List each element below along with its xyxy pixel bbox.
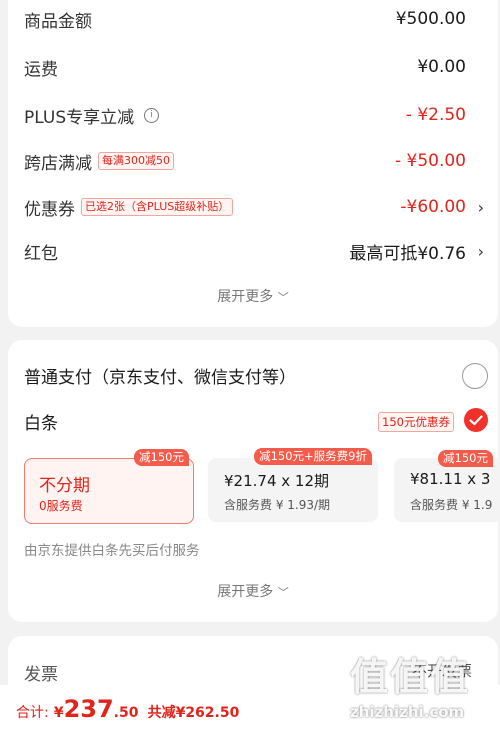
installment-option-12[interactable]: 减150元+服务费9折 ¥21.74 x 12期 含服务费 ¥ 1.93/期 bbox=[208, 448, 378, 522]
red-packet-value: 最高可抵¥0.76 bbox=[349, 243, 466, 264]
installment-title: 不分期 bbox=[39, 476, 90, 496]
summary-row-redpacket[interactable]: 红包 最高可抵¥0.76 › bbox=[24, 236, 484, 266]
normal-payment-option[interactable]: 普通支付（京东支付、微信支付等） bbox=[24, 360, 484, 390]
installment-fee: 含服务费 ¥ 1.93/期 bbox=[224, 498, 331, 512]
provider-note: 由京东提供白条先买后付服务 bbox=[24, 543, 200, 559]
baitiao-coupon-tag: 150元优惠券 bbox=[378, 412, 454, 432]
installment-amount: ¥21.74 bbox=[224, 472, 277, 490]
invoice-value: 不开发票 bbox=[411, 662, 472, 680]
plus-discount-label: PLUS专享立减 bbox=[24, 107, 135, 128]
chevron-down-icon: ﹀ bbox=[277, 586, 289, 599]
total-line: 合计: ¥237.50 共减¥262.50 bbox=[16, 695, 239, 723]
installment-period: x 3 bbox=[467, 470, 491, 488]
chevron-right-icon: › bbox=[477, 241, 484, 261]
price-summary-card: 商品金额 ¥500.00 运费 ¥0.00 PLUS专享立减 i - ¥2.50… bbox=[8, 0, 498, 327]
chevron-right-icon: › bbox=[477, 197, 484, 217]
expand-more-link[interactable]: 展开更多 ﹀ bbox=[8, 286, 498, 306]
shipping-label: 运费 bbox=[24, 59, 58, 80]
expand-more-link[interactable]: 展开更多 ﹀ bbox=[8, 581, 498, 601]
total-integer: 237 bbox=[63, 695, 114, 723]
check-icon bbox=[469, 415, 483, 426]
expand-more-label: 展开更多 bbox=[217, 289, 274, 305]
goods-amount-value: ¥500.00 bbox=[395, 9, 466, 29]
chevron-down-icon: ﹀ bbox=[277, 291, 289, 304]
expand-more-label: 展开更多 bbox=[217, 584, 274, 600]
cross-store-tag: 每满300减50 bbox=[98, 152, 174, 170]
invoice-label: 发票 bbox=[24, 665, 58, 685]
summary-row-coupon[interactable]: 优惠券 已选2张（含PLUS超级补贴） -¥60.00 › bbox=[24, 192, 484, 222]
installment-amount: ¥81.11 bbox=[410, 470, 463, 488]
installment-option-3[interactable]: 减150元 ¥81.11 x 3 含服务费 ¥ 1.9 bbox=[394, 450, 500, 522]
installment-option-none[interactable]: 减150元 不分期 0服务费 bbox=[24, 449, 194, 524]
installment-period: x 12期 bbox=[281, 472, 330, 490]
plus-discount-value: - ¥2.50 bbox=[405, 105, 466, 125]
installment-badge: 减150元 bbox=[438, 450, 493, 467]
cross-store-value: - ¥50.00 bbox=[394, 151, 466, 171]
total-saved: 共减¥262.50 bbox=[147, 705, 240, 721]
normal-payment-label: 普通支付（京东支付、微信支付等） bbox=[24, 367, 296, 388]
total-currency: ¥ bbox=[53, 705, 64, 721]
red-packet-label: 红包 bbox=[24, 243, 58, 264]
shipping-value: ¥0.00 bbox=[417, 57, 466, 77]
checkout-bar: 合计: ¥237.50 共减¥262.50 bbox=[0, 685, 500, 732]
installment-fee: 含服务费 ¥ 1.9 bbox=[410, 498, 493, 512]
total-decimal: .50 bbox=[113, 705, 139, 721]
installment-fee: 0服务费 bbox=[39, 499, 83, 513]
summary-row-goods: 商品金额 ¥500.00 bbox=[24, 4, 484, 34]
installment-amount-line: ¥21.74 x 12期 bbox=[224, 470, 329, 491]
installment-overflow-clip: 减150元 ¥81.11 x 3 含服务费 ¥ 1.9 bbox=[394, 440, 500, 540]
normal-payment-radio[interactable] bbox=[462, 363, 488, 389]
coupon-value: -¥60.00 bbox=[400, 197, 466, 217]
summary-row-cross-store: 跨店满减 每满300减50 - ¥50.00 bbox=[24, 146, 484, 176]
coupon-label: 优惠券 bbox=[24, 199, 75, 220]
baitiao-label: 白条 bbox=[24, 413, 58, 434]
installment-badge: 减150元+服务费9折 bbox=[254, 448, 372, 465]
info-icon[interactable]: i bbox=[144, 107, 160, 123]
cross-store-label: 跨店满减 bbox=[24, 153, 92, 174]
baitiao-radio-checked[interactable] bbox=[464, 408, 488, 432]
installment-badge: 减150元 bbox=[134, 449, 189, 466]
installment-amount-line: ¥81.11 x 3 bbox=[410, 470, 490, 488]
goods-amount-label: 商品金额 bbox=[24, 11, 92, 32]
summary-row-plus: PLUS专享立减 i - ¥2.50 bbox=[24, 100, 484, 130]
coupon-tag: 已选2张（含PLUS超级补贴） bbox=[81, 198, 234, 216]
total-label: 合计: bbox=[16, 705, 49, 721]
summary-row-shipping: 运费 ¥0.00 bbox=[24, 52, 484, 82]
